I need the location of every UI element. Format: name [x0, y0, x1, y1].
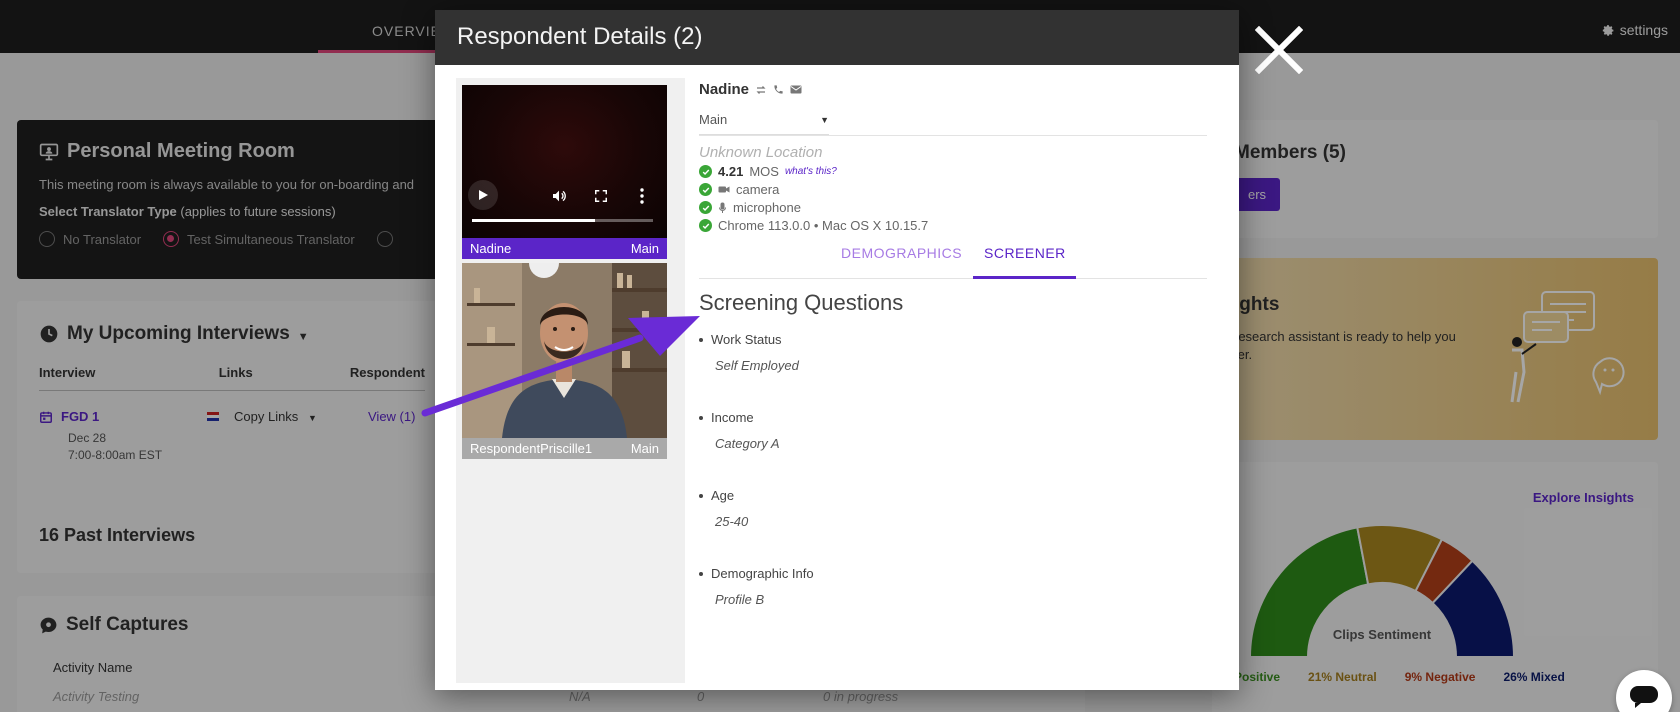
video-player[interactable] — [462, 85, 667, 238]
phone-icon[interactable] — [773, 84, 784, 95]
tile-respondent-name: RespondentPriscille1 — [470, 441, 593, 456]
email-icon[interactable] — [790, 84, 802, 95]
camera-label: camera — [736, 182, 780, 197]
list-item: Age 25-40 — [699, 488, 1207, 529]
question-text: Demographic Info — [699, 566, 1207, 581]
answer-text: 25-40 — [715, 514, 749, 529]
list-item: Work Status Self Employed — [699, 332, 1207, 373]
close-icon[interactable] — [1255, 26, 1303, 74]
tab-demographics[interactable]: DEMOGRAPHICS — [841, 245, 962, 261]
check-circle-icon — [699, 165, 712, 178]
screening-questions-title: Screening Questions — [699, 290, 904, 315]
whats-this-link[interactable]: what's this? — [785, 166, 837, 177]
more-options-icon[interactable] — [639, 188, 645, 204]
play-icon — [479, 190, 488, 200]
list-item: Income Category A — [699, 410, 1207, 451]
tile-label: Nadine Main — [462, 238, 667, 259]
tile-label: RespondentPriscille1 Main — [462, 438, 667, 459]
play-button[interactable] — [468, 180, 498, 210]
answer-text: Profile B — [715, 592, 765, 607]
video-tile-priscille[interactable]: RespondentPriscille1 Main — [462, 263, 667, 459]
caret-down-icon: ▼ — [820, 114, 829, 125]
check-circle-icon — [699, 201, 712, 214]
video-tile-nadine[interactable]: Nadine Main — [462, 85, 667, 259]
modal-body: Nadine Main RespondentPriscille1 Main Na… — [435, 65, 1239, 690]
question-text: Age — [699, 488, 1207, 503]
answer-text: Category A — [715, 436, 780, 451]
chat-icon — [1630, 686, 1658, 708]
tile-room: Main — [630, 241, 659, 256]
camera-icon — [718, 186, 730, 193]
modal-header: Respondent Details (2) — [435, 10, 1239, 65]
microphone-icon — [719, 202, 726, 213]
room-select-value: Main — [699, 112, 728, 127]
browser-info: Chrome 113.0.0 • Mac OS X 10.15.7 — [718, 218, 929, 233]
check-circle-icon — [699, 183, 712, 196]
respondent-details-modal: Respondent Details (2) Nadine Main Respo… — [435, 10, 1239, 690]
browser-status: Chrome 113.0.0 • Mac OS X 10.15.7 — [699, 218, 1207, 233]
modal-title: Respondent Details (2) — [457, 23, 703, 50]
answer-text: Self Employed — [715, 358, 799, 373]
microphone-label: microphone — [733, 200, 801, 215]
question-text: Work Status — [699, 332, 1207, 347]
respondent-details-panel: Nadine Main ▼ Unknown Location 4.21 MOS … — [699, 78, 1207, 644]
respondent-name-row: Nadine — [699, 81, 1207, 98]
respondent-photo — [462, 263, 667, 438]
microphone-status: microphone — [699, 200, 1207, 215]
mos-status: 4.21 MOS what's this? — [699, 164, 1207, 179]
question-text: Income — [699, 410, 1207, 425]
tile-room: Main — [630, 441, 659, 456]
details-tabs: DEMOGRAPHICS SCREENER — [699, 245, 1207, 279]
camera-status: camera — [699, 182, 1207, 197]
respondent-location: Unknown Location — [699, 144, 823, 161]
check-circle-icon — [699, 219, 712, 232]
fullscreen-icon[interactable] — [594, 189, 608, 203]
active-tab-underline — [973, 276, 1076, 279]
tile-respondent-name: Nadine — [470, 241, 512, 256]
move-room-icon[interactable] — [755, 84, 767, 96]
screening-question-list: Work Status Self Employed Income Category … — [699, 332, 1207, 607]
volume-icon[interactable] — [551, 188, 567, 204]
mos-value: 4.21 — [718, 164, 744, 179]
video-tiles-panel: Nadine Main RespondentPriscille1 Main — [456, 78, 685, 683]
divider — [699, 135, 1207, 136]
video-progress-fill — [472, 219, 596, 222]
tab-screener[interactable]: SCREENER — [984, 245, 1066, 261]
mos-label: MOS — [749, 164, 779, 179]
video-progress-bar[interactable] — [472, 219, 653, 222]
respondent-video-frame — [462, 263, 667, 438]
respondent-name: Nadine — [699, 81, 750, 98]
chat-support-button[interactable] — [1616, 670, 1672, 712]
room-select[interactable]: Main ▼ — [699, 112, 829, 135]
list-item: Demographic Info Profile B — [699, 566, 1207, 607]
